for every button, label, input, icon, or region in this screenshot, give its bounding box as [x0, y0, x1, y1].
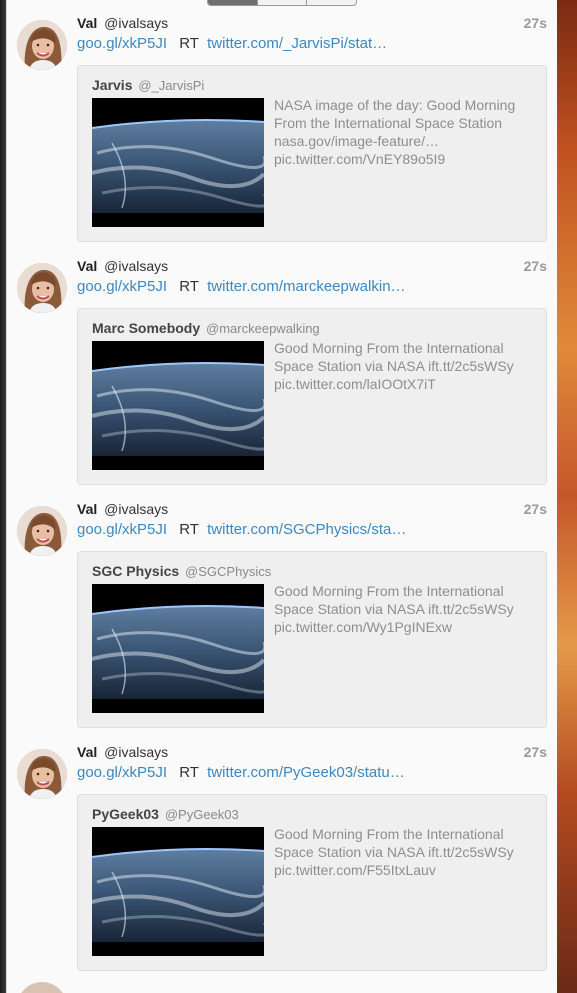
author-handle[interactable]: @ivalsays: [104, 15, 168, 31]
tweet[interactable]: Val @ivalsays 27s goo.gl/xkP5JI RT twitt…: [7, 739, 557, 983]
tweet-header: Val @ivalsays 27s: [77, 501, 547, 519]
short-link[interactable]: goo.gl/xkP5JI: [77, 764, 167, 781]
tweet-header: Val @ivalsays 27s: [77, 258, 547, 276]
tab-mentions[interactable]: [258, 0, 308, 5]
avatar-photo-icon: [17, 263, 67, 313]
quoted-author-name[interactable]: Marc Somebody: [92, 320, 200, 336]
quoted-text: NASA image of the day: Good Morning From …: [274, 96, 536, 168]
avatar[interactable]: [17, 749, 67, 799]
tweet-text: goo.gl/xkP5JI RT twitter.com/marckeepwal…: [77, 278, 547, 295]
quoted-author-name[interactable]: PyGeek03: [92, 806, 159, 822]
avatar[interactable]: [17, 506, 67, 556]
avatar[interactable]: [17, 263, 67, 313]
short-link[interactable]: goo.gl/xkP5JI: [77, 35, 167, 52]
quoted-text: Good Morning From the International Space…: [274, 582, 536, 636]
timestamp[interactable]: 27s: [524, 15, 547, 31]
quoted-author-handle[interactable]: @PyGeek03: [165, 807, 239, 822]
quoted-text-line[interactable]: nasa.gov/image-feature/…: [274, 132, 536, 150]
avatar-photo-icon: [17, 506, 67, 556]
timestamp[interactable]: 27s: [524, 501, 547, 517]
status-link[interactable]: twitter.com/PyGeek03/statu…: [207, 764, 405, 781]
status-link[interactable]: twitter.com/SGCPhysics/sta…: [207, 521, 406, 538]
quoted-header: SGC Physics @SGCPhysics: [92, 563, 271, 579]
quoted-tweet[interactable]: PyGeek03 @PyGeek03 Good Morning From the…: [77, 794, 547, 971]
quoted-text-line: NASA image of the day: Good Morning: [274, 97, 516, 113]
quoted-text-line: Good Morning From the International: [274, 583, 504, 599]
view-switcher: [207, 0, 357, 6]
tab-timeline[interactable]: [208, 0, 258, 5]
status-link[interactable]: twitter.com/marckeepwalkin…: [207, 278, 405, 295]
author-handle[interactable]: @ivalsays: [104, 501, 168, 517]
avatar[interactable]: [17, 20, 67, 70]
author-name[interactable]: Val: [77, 744, 97, 760]
earth-from-space-photo-icon: [92, 827, 264, 956]
rt-label: RT: [179, 521, 199, 538]
quoted-text-line: From the International Space Station: [274, 115, 503, 131]
earth-from-space-photo-icon: [92, 341, 264, 470]
tweet-text: goo.gl/xkP5JI RT twitter.com/PyGeek03/st…: [77, 764, 547, 781]
quoted-text-line: Good Morning From the International: [274, 826, 504, 842]
quoted-text-line: Good Morning From the International: [274, 340, 504, 356]
desktop-background: [556, 0, 577, 993]
tweet-header: Val @ivalsays 27s: [77, 744, 547, 762]
author-handle[interactable]: @ivalsays: [104, 744, 168, 760]
author-name[interactable]: Val: [77, 501, 97, 517]
tweet[interactable]: Val @ivalsays 27s goo.gl/xkP5JI RT twitt…: [7, 496, 557, 740]
quoted-header: Jarvis @_JarvisPi: [92, 77, 204, 93]
quoted-author-handle[interactable]: @marckeepwalking: [206, 321, 320, 336]
quoted-tweet[interactable]: Marc Somebody @marckeepwalking Good Morn…: [77, 308, 547, 485]
author-name[interactable]: Val: [77, 258, 97, 274]
tweet[interactable]: Val @ivalsays 27s goo.gl/xkP5JI RT twitt…: [7, 10, 557, 254]
rt-label: RT: [179, 278, 199, 295]
rt-label: RT: [179, 764, 199, 781]
timeline-window: Val @ivalsays 27s goo.gl/xkP5JI RT twitt…: [6, 0, 557, 993]
quoted-text-line[interactable]: pic.twitter.com/Wy1PgINExw: [274, 618, 536, 636]
author-name[interactable]: Val: [77, 15, 97, 31]
quoted-text-line: Space Station via NASA ift.tt/2c5sWSy: [274, 358, 514, 374]
quoted-media[interactable]: [92, 827, 264, 956]
author-handle[interactable]: @ivalsays: [104, 258, 168, 274]
quoted-author-name[interactable]: SGC Physics: [92, 563, 179, 579]
avatar-photo-icon: [17, 20, 67, 70]
avatar-photo-icon: [17, 749, 67, 799]
quoted-author-name[interactable]: Jarvis: [92, 77, 132, 93]
quoted-text-line: Space Station via NASA ift.tt/2c5sWSy: [274, 844, 514, 860]
quoted-media[interactable]: [92, 584, 264, 713]
tweet-text: goo.gl/xkP5JI RT twitter.com/SGCPhysics/…: [77, 521, 547, 538]
short-link[interactable]: goo.gl/xkP5JI: [77, 521, 167, 538]
quoted-author-handle[interactable]: @_JarvisPi: [138, 78, 204, 93]
earth-from-space-photo-icon: [92, 584, 264, 713]
tab-messages[interactable]: [307, 0, 356, 5]
tweet-header: Val @ivalsays 27s: [77, 15, 547, 33]
quoted-media[interactable]: [92, 98, 264, 227]
rt-label: RT: [179, 35, 199, 52]
earth-from-space-photo-icon: [92, 98, 264, 227]
quoted-header: Marc Somebody @marckeepwalking: [92, 320, 320, 336]
quoted-text-line[interactable]: pic.twitter.com/VnEY89o5I9: [274, 150, 536, 168]
partial-tweet: [7, 972, 557, 993]
quoted-tweet[interactable]: Jarvis @_JarvisPi NASA image of the day:…: [77, 65, 547, 242]
quoted-text-line[interactable]: pic.twitter.com/laIOOtX7iT: [274, 375, 536, 393]
quoted-header: PyGeek03 @PyGeek03: [92, 806, 239, 822]
timestamp[interactable]: 27s: [524, 744, 547, 760]
quoted-text: Good Morning From the International Space…: [274, 339, 536, 393]
status-link[interactable]: twitter.com/_JarvisPi/stat…: [207, 35, 387, 52]
quoted-tweet[interactable]: SGC Physics @SGCPhysics Good Morning Fro…: [77, 551, 547, 728]
tweet[interactable]: Val @ivalsays 27s goo.gl/xkP5JI RT twitt…: [7, 253, 557, 497]
avatar[interactable]: [17, 982, 67, 993]
quoted-text-line[interactable]: pic.twitter.com/F55ItxLauv: [274, 861, 536, 879]
tweet-text: goo.gl/xkP5JI RT twitter.com/_JarvisPi/s…: [77, 35, 547, 52]
timestamp[interactable]: 27s: [524, 258, 547, 274]
quoted-media[interactable]: [92, 341, 264, 470]
quoted-text: Good Morning From the International Space…: [274, 825, 536, 879]
quoted-text-line: Space Station via NASA ift.tt/2c5sWSy: [274, 601, 514, 617]
short-link[interactable]: goo.gl/xkP5JI: [77, 278, 167, 295]
quoted-author-handle[interactable]: @SGCPhysics: [185, 564, 271, 579]
